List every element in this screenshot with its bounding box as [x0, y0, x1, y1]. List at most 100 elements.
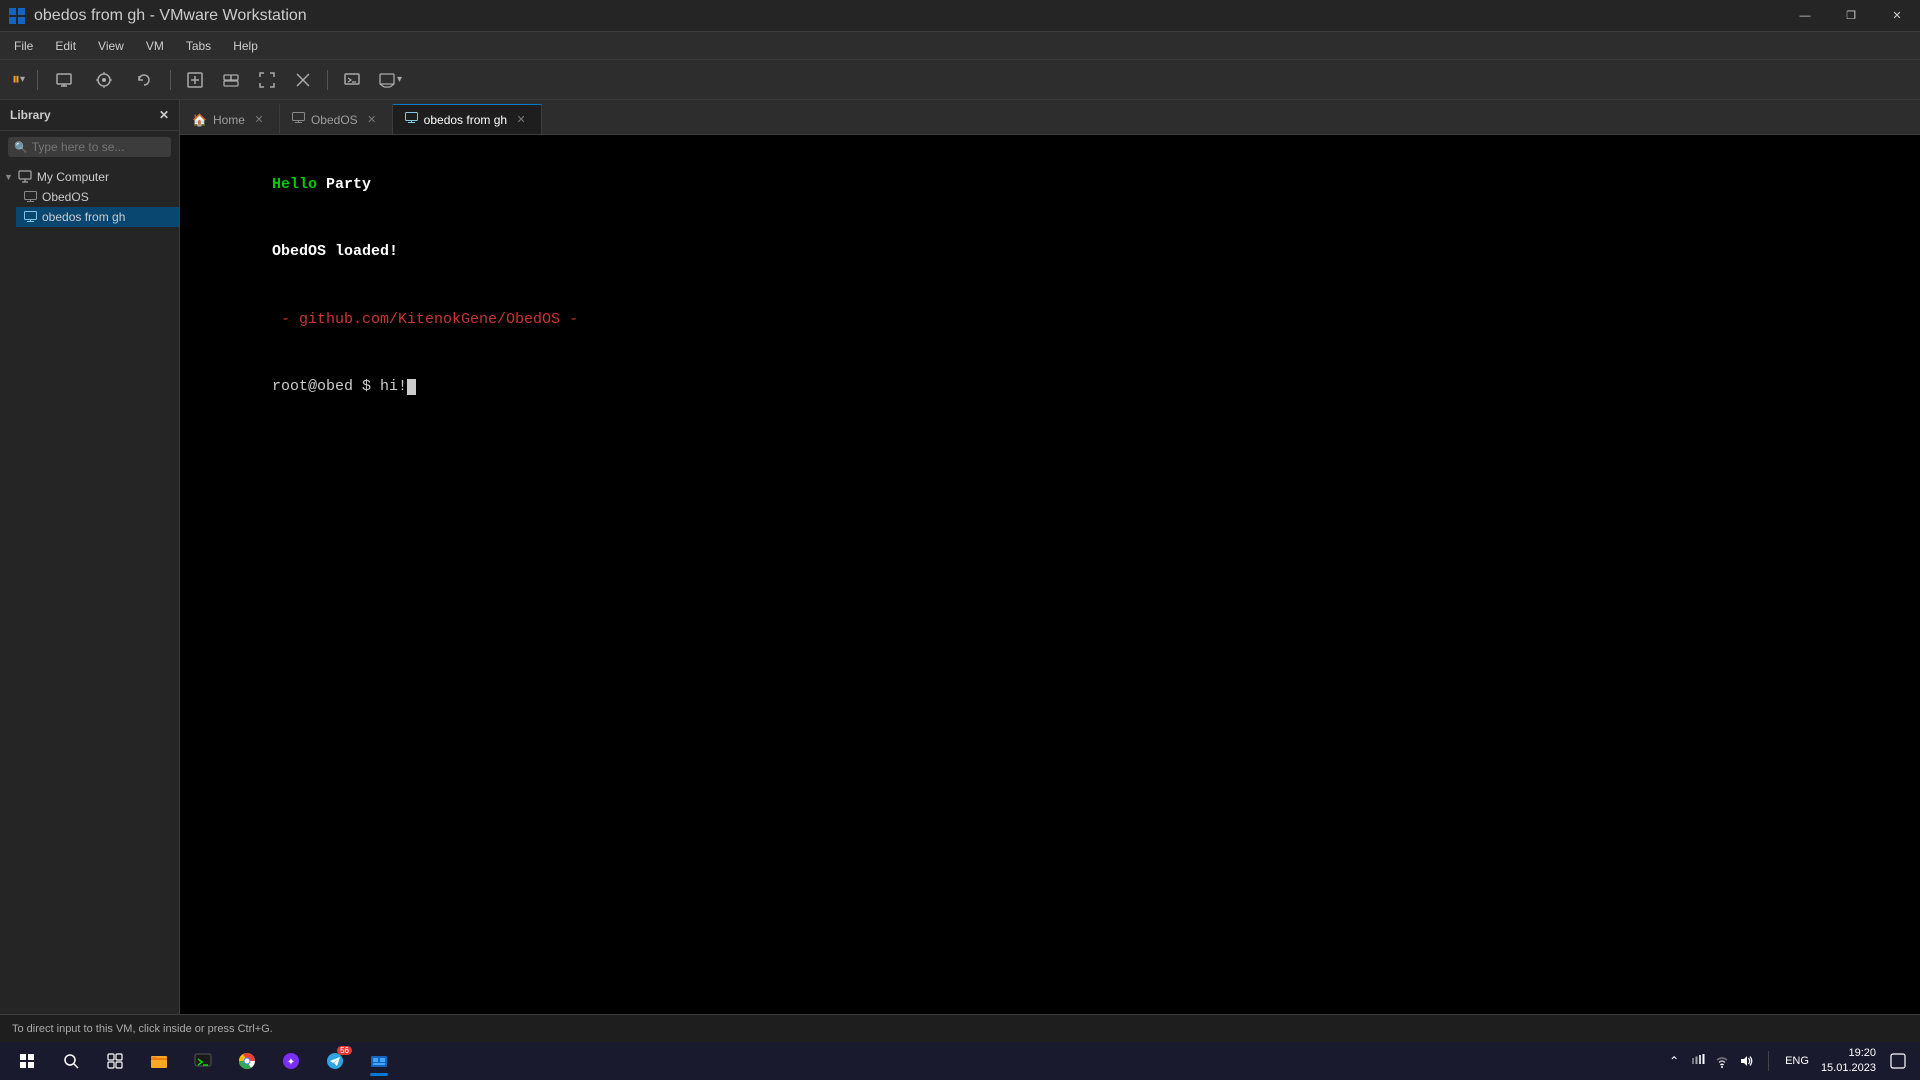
- terminal-link-text: - github.com/KitenokGene/ObedOS -: [272, 311, 578, 328]
- copilot-app[interactable]: ✦: [272, 1044, 310, 1078]
- terminal-line-link: - github.com/KitenokGene/ObedOS -: [200, 286, 1900, 354]
- titlebar-left: obedos from gh - VMware Workstation: [8, 7, 307, 25]
- tray-chevron[interactable]: ⌃: [1664, 1051, 1684, 1071]
- toolbar-separator-3: [327, 70, 328, 90]
- titlebar: obedos from gh - VMware Workstation — ❐ …: [0, 0, 1920, 32]
- tree-item-my-computer-label: My Computer: [37, 170, 109, 184]
- toolbar-take-snapshot[interactable]: [86, 66, 122, 94]
- search-input[interactable]: [32, 140, 165, 154]
- tray-wifi-icon[interactable]: [1712, 1051, 1732, 1071]
- expand-icon: ▼: [4, 172, 13, 182]
- menu-vm[interactable]: VM: [136, 35, 174, 57]
- tree-item-my-computer[interactable]: ▼ My Computer: [0, 167, 179, 187]
- tab-obedos-close[interactable]: ✕: [364, 112, 380, 128]
- telegram-app[interactable]: 56: [316, 1044, 354, 1078]
- content-area: 🏠 Home ✕ ObedOS ✕: [180, 100, 1920, 1014]
- terminal-app[interactable]: [184, 1044, 222, 1078]
- explorer-icon: [149, 1051, 169, 1071]
- sidebar: Library ✕ 🔍 ▼ My Computer: [0, 100, 180, 1014]
- close-button[interactable]: ✕: [1874, 0, 1920, 32]
- minimize-button[interactable]: —: [1782, 0, 1828, 32]
- toolbar-settings[interactable]: ▾: [372, 66, 408, 94]
- tab-home-close[interactable]: ✕: [251, 112, 267, 128]
- statusbar-text: To direct input to this VM, click inside…: [12, 1023, 273, 1035]
- tab-obedos-from-gh[interactable]: obedos from gh ✕: [393, 104, 542, 134]
- tab-obedos-from-gh-close[interactable]: ✕: [513, 112, 529, 128]
- sidebar-header: Library ✕: [0, 100, 179, 131]
- terminal-cursor: [407, 379, 416, 395]
- toolbar-console[interactable]: [336, 66, 368, 94]
- titlebar-title: obedos from gh - VMware Workstation: [34, 7, 307, 25]
- sidebar-title: Library: [10, 108, 51, 122]
- tab-obedos-from-gh-label: obedos from gh: [424, 113, 507, 127]
- tray-volume-icon[interactable]: [1736, 1051, 1756, 1071]
- search-taskbar-icon: [63, 1053, 79, 1069]
- terminal-output[interactable]: Hello Party ObedOS loaded! - github.com/…: [180, 135, 1920, 1014]
- telegram-badge: 56: [337, 1046, 352, 1055]
- tab-home-label: Home: [213, 113, 245, 127]
- terminal-taskbar-icon: [193, 1051, 213, 1071]
- explorer-app[interactable]: [140, 1044, 178, 1078]
- clock-time: 19:20: [1821, 1046, 1876, 1061]
- tab-bar: 🏠 Home ✕ ObedOS ✕: [180, 100, 1920, 135]
- tab-home[interactable]: 🏠 Home ✕: [180, 104, 280, 134]
- clock[interactable]: 19:20 15.01.2023: [1821, 1046, 1876, 1077]
- statusbar: To direct input to this VM, click inside…: [0, 1014, 1920, 1042]
- home-tab-icon: 🏠: [192, 113, 207, 127]
- toolbar-separator-2: [170, 70, 171, 90]
- tab-obedos-label: ObedOS: [311, 113, 358, 127]
- tree-item-obedos-label: ObedOS: [42, 190, 89, 204]
- toolbar-send-ctrl-alt-del[interactable]: [46, 66, 82, 94]
- terminal-line-obedos: ObedOS loaded!: [200, 219, 1900, 287]
- menu-view[interactable]: View: [88, 35, 134, 57]
- taskview-button[interactable]: [96, 1044, 134, 1078]
- pause-button[interactable]: ⏸ ▾: [8, 66, 29, 94]
- toolbar-separator-1: [37, 70, 38, 90]
- tree-item-obedos[interactable]: ObedOS: [16, 187, 179, 207]
- taskbar-right: ⌃: [1664, 1046, 1912, 1077]
- sidebar-search-container: 🔍: [8, 137, 171, 157]
- tree-item-obedos-from-gh-label: obedos from gh: [42, 210, 125, 224]
- menu-help[interactable]: Help: [223, 35, 268, 57]
- toolbar-unity[interactable]: [215, 66, 247, 94]
- toolbar-fullscreen[interactable]: [251, 66, 283, 94]
- search-button[interactable]: [52, 1044, 90, 1078]
- chrome-icon: [237, 1051, 257, 1071]
- active-tab-icon: [405, 112, 418, 128]
- terminal-line-hello: Hello Party: [200, 151, 1900, 219]
- menu-tabs[interactable]: Tabs: [176, 35, 221, 57]
- search-icon: 🔍: [14, 141, 28, 154]
- menubar: File Edit View VM Tabs Help: [0, 32, 1920, 60]
- titlebar-controls: — ❐ ✕: [1782, 0, 1920, 32]
- copilot-icon: ✦: [281, 1051, 301, 1071]
- vmware-app[interactable]: [360, 1044, 398, 1078]
- taskview-icon: [107, 1053, 123, 1069]
- tab-obedos[interactable]: ObedOS ✕: [280, 104, 393, 134]
- start-button[interactable]: [8, 1044, 46, 1078]
- sidebar-tree: ▼ My Computer ObedOS: [0, 163, 179, 231]
- terminal-obedos-text: ObedOS loaded!: [272, 243, 398, 260]
- maximize-button[interactable]: ❐: [1828, 0, 1874, 32]
- windows-icon: [20, 1054, 34, 1068]
- app-icon: [8, 7, 26, 25]
- notification-button[interactable]: [1884, 1047, 1912, 1075]
- toolbar-revert-snapshot[interactable]: [126, 66, 162, 94]
- toolbar-cut[interactable]: [287, 66, 319, 94]
- vmware-icon: [369, 1051, 389, 1071]
- tree-children: ObedOS obedos from gh: [0, 187, 179, 227]
- monitor-icon: [18, 170, 32, 184]
- vm-icon: [24, 191, 37, 204]
- language-button[interactable]: ENG: [1781, 1053, 1813, 1069]
- tray-network-icon[interactable]: [1688, 1051, 1708, 1071]
- tree-item-obedos-from-gh[interactable]: obedos from gh: [16, 207, 179, 227]
- terminal-party-text: Party: [326, 176, 371, 193]
- toolbar-fit-guest[interactable]: [179, 66, 211, 94]
- main-area: Library ✕ 🔍 ▼ My Computer: [0, 100, 1920, 1014]
- menu-file[interactable]: File: [4, 35, 43, 57]
- chrome-app[interactable]: [228, 1044, 266, 1078]
- clock-date: 15.01.2023: [1821, 1061, 1876, 1076]
- system-tray: ⌃: [1664, 1051, 1756, 1071]
- sidebar-close-icon[interactable]: ✕: [159, 108, 169, 122]
- taskbar: ✦ 56 ⌃: [0, 1042, 1920, 1080]
- menu-edit[interactable]: Edit: [45, 35, 86, 57]
